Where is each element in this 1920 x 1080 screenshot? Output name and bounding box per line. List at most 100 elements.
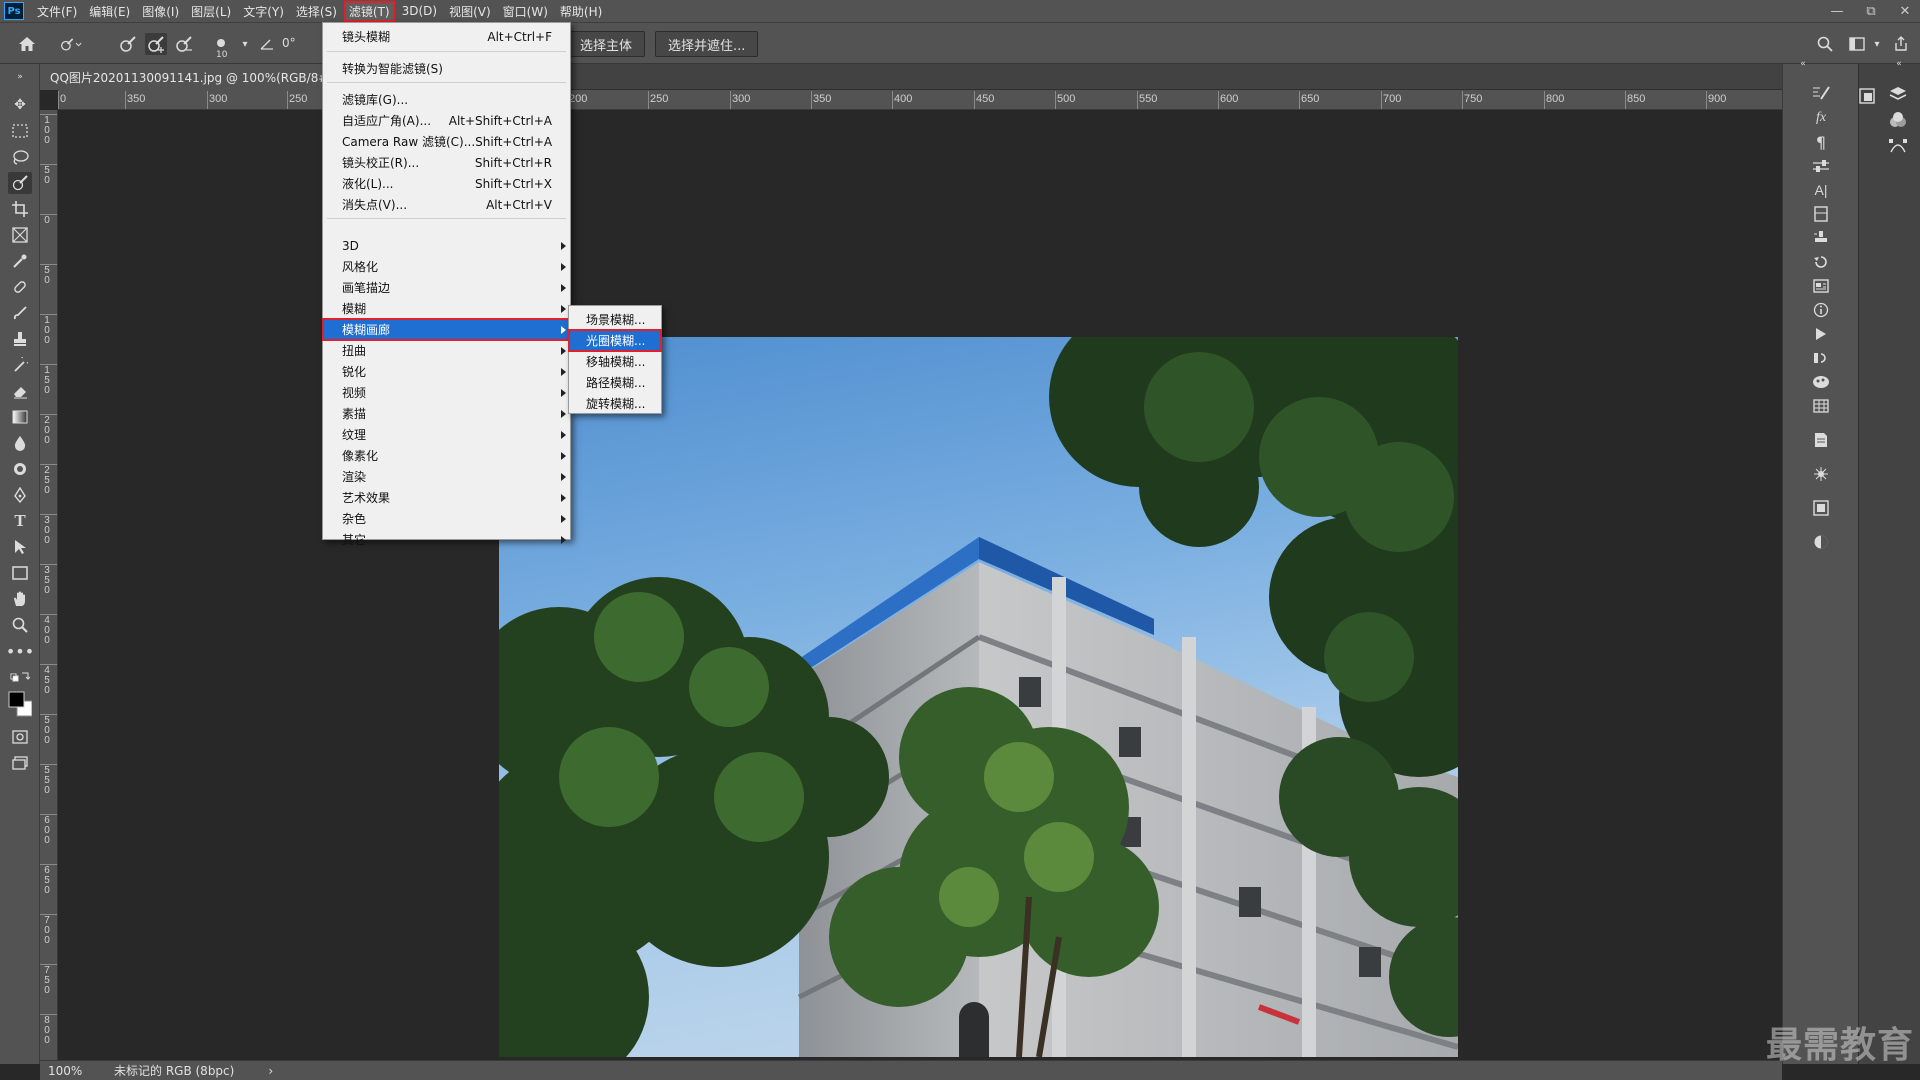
- timeline-icon[interactable]: [1809, 462, 1833, 486]
- filter-menu-item[interactable]: 渲染: [323, 466, 570, 487]
- layers-icon[interactable]: [1886, 82, 1910, 106]
- zoom-level[interactable]: 100%: [40, 1064, 100, 1078]
- more-tools-icon[interactable]: •••: [6, 640, 34, 662]
- filter-menu-item[interactable]: 风格化: [323, 256, 570, 277]
- menu-file[interactable]: 文件(F): [32, 1, 82, 22]
- blur-tool-icon[interactable]: [8, 432, 32, 454]
- history-icon[interactable]: [1809, 250, 1833, 274]
- rectangle-tool-icon[interactable]: [8, 562, 32, 584]
- color-icon[interactable]: [1855, 84, 1879, 108]
- properties-icon[interactable]: [1809, 202, 1833, 226]
- quick-selection-tool-icon[interactable]: [8, 172, 32, 194]
- frame-tool-icon[interactable]: [8, 224, 32, 246]
- paragraph-icon[interactable]: ¶: [1809, 130, 1833, 154]
- angle-value[interactable]: 0°: [282, 36, 296, 50]
- filter-menu-item[interactable]: 镜头模糊 Alt+Ctrl+F: [323, 26, 570, 47]
- chevron-down-icon[interactable]: ▾: [234, 33, 256, 55]
- healing-brush-tool-icon[interactable]: [8, 276, 32, 298]
- collapse-arrows-icon[interactable]: »: [8, 66, 32, 88]
- path-selection-tool-icon[interactable]: [8, 536, 32, 558]
- filter-menu-item[interactable]: 素描: [323, 403, 570, 424]
- brush-tool-icon[interactable]: [8, 302, 32, 324]
- filter-menu-item[interactable]: 像素化: [323, 445, 570, 466]
- restore-button[interactable]: ⧉: [1864, 4, 1878, 19]
- foreground-background-color[interactable]: [8, 688, 32, 720]
- chevron-down-icon[interactable]: ▾: [1866, 33, 1888, 55]
- filter-menu-item[interactable]: 自适应广角(A)... Alt+Shift+Ctrl+A: [323, 110, 570, 131]
- menu-image[interactable]: 图像(I): [137, 1, 184, 22]
- notes-icon[interactable]: [1809, 428, 1833, 452]
- fx-icon[interactable]: fx: [1809, 106, 1833, 130]
- move-tool-icon[interactable]: ✥: [8, 94, 32, 116]
- dodge-tool-icon[interactable]: [8, 458, 32, 480]
- quick-selection-preset-icon[interactable]: [60, 33, 82, 55]
- menu-view[interactable]: 视图(V): [444, 1, 496, 22]
- filter-menu-item[interactable]: 模糊画廊: [322, 318, 571, 341]
- zoom-tool-icon[interactable]: [8, 614, 32, 636]
- menu-edit[interactable]: 编辑(E): [84, 1, 135, 22]
- filter-menu-item[interactable]: 纹理: [323, 424, 570, 445]
- filter-menu-item[interactable]: 杂色: [323, 508, 570, 529]
- clone-stamp-tool-icon[interactable]: [8, 328, 32, 350]
- navigator-icon[interactable]: [1809, 530, 1833, 554]
- screen-mode-icon[interactable]: [8, 752, 32, 774]
- clone-source-icon[interactable]: [1809, 226, 1833, 250]
- eyedropper-tool-icon[interactable]: [8, 250, 32, 272]
- filter-menu-item[interactable]: 模糊: [323, 298, 570, 319]
- hand-tool-icon[interactable]: [8, 588, 32, 610]
- filter-menu-item[interactable]: 滤镜库(G)...: [323, 89, 570, 110]
- collapse-arrows-icon[interactable]: «: [1791, 52, 1815, 76]
- crop-tool-icon[interactable]: [8, 198, 32, 220]
- character-icon[interactable]: A|: [1809, 178, 1833, 202]
- home-icon[interactable]: [16, 33, 38, 55]
- filter-menu-item[interactable]: 扭曲: [323, 340, 570, 361]
- info-icon[interactable]: [1809, 298, 1833, 322]
- canvas-area[interactable]: [58, 110, 1782, 1060]
- history-brush-tool-icon[interactable]: [8, 354, 32, 376]
- add-to-selection-icon[interactable]: [145, 33, 167, 55]
- filter-menu-item[interactable]: 液化(L)... Shift+Ctrl+X: [323, 173, 570, 194]
- swap-colors-icon[interactable]: [8, 666, 32, 688]
- subtract-selection-icon[interactable]: [173, 33, 195, 55]
- collapse-arrows-icon[interactable]: «: [1887, 52, 1911, 76]
- blur-gallery-item[interactable]: 移轴模糊...: [569, 351, 661, 372]
- channels-icon[interactable]: [1809, 346, 1833, 370]
- color-swatches-icon[interactable]: [1809, 370, 1833, 394]
- filter-menu-item[interactable]: 镜头校正(R)... Shift+Ctrl+R: [323, 152, 570, 173]
- document-tab[interactable]: QQ图片20201130091141.jpg @ 100%(RGB/8#) ×: [40, 64, 364, 90]
- table-grid-icon[interactable]: [1809, 394, 1833, 418]
- menu-select[interactable]: 选择(S): [291, 1, 342, 22]
- actions-play-icon[interactable]: [1809, 322, 1833, 346]
- gradient-tool-icon[interactable]: [8, 406, 32, 428]
- new-selection-icon[interactable]: [117, 33, 139, 55]
- menu-type[interactable]: 文字(Y): [238, 1, 289, 22]
- brush-settings-icon[interactable]: [1809, 80, 1833, 104]
- filter-menu-item[interactable]: 转换为智能滤镜(S): [323, 58, 570, 79]
- filter-menu-item[interactable]: 其它: [323, 529, 570, 550]
- blur-gallery-item[interactable]: 路径模糊...: [569, 372, 661, 393]
- status-menu-arrow[interactable]: ›: [268, 1064, 273, 1078]
- menu-layer[interactable]: 图层(L): [186, 1, 236, 22]
- adjustments-icon[interactable]: [1809, 154, 1833, 178]
- blur-gallery-item[interactable]: 场景模糊...: [569, 309, 661, 330]
- filter-menu-item[interactable]: 消失点(V)... Alt+Ctrl+V: [323, 194, 570, 215]
- blur-gallery-item[interactable]: 旋转模糊...: [569, 393, 661, 414]
- eraser-tool-icon[interactable]: [8, 380, 32, 402]
- pen-tool-icon[interactable]: [8, 484, 32, 506]
- filter-menu-item[interactable]: 画笔描边: [323, 277, 570, 298]
- select-subject-button[interactable]: 选择主体: [567, 31, 646, 57]
- quick-mask-icon[interactable]: [8, 726, 32, 748]
- marquee-tool-icon[interactable]: [8, 120, 32, 142]
- filter-menu-item[interactable]: 3D: [323, 235, 570, 256]
- paths-icon[interactable]: [1886, 134, 1910, 158]
- select-and-mask-button[interactable]: 选择并遮住...: [655, 31, 759, 57]
- blur-gallery-item[interactable]: 光圈模糊...: [568, 329, 662, 352]
- workspace-icon[interactable]: [1846, 33, 1868, 55]
- search-icon[interactable]: [1814, 33, 1836, 55]
- menu-help[interactable]: 帮助(H): [555, 1, 607, 22]
- channels-circle-icon[interactable]: [1886, 108, 1910, 132]
- filter-menu-item[interactable]: 视频: [323, 382, 570, 403]
- filter-menu-item[interactable]: Camera Raw 滤镜(C)... Shift+Ctrl+A: [323, 131, 570, 152]
- layer-comps-icon[interactable]: [1809, 496, 1833, 520]
- lasso-tool-icon[interactable]: [8, 146, 32, 168]
